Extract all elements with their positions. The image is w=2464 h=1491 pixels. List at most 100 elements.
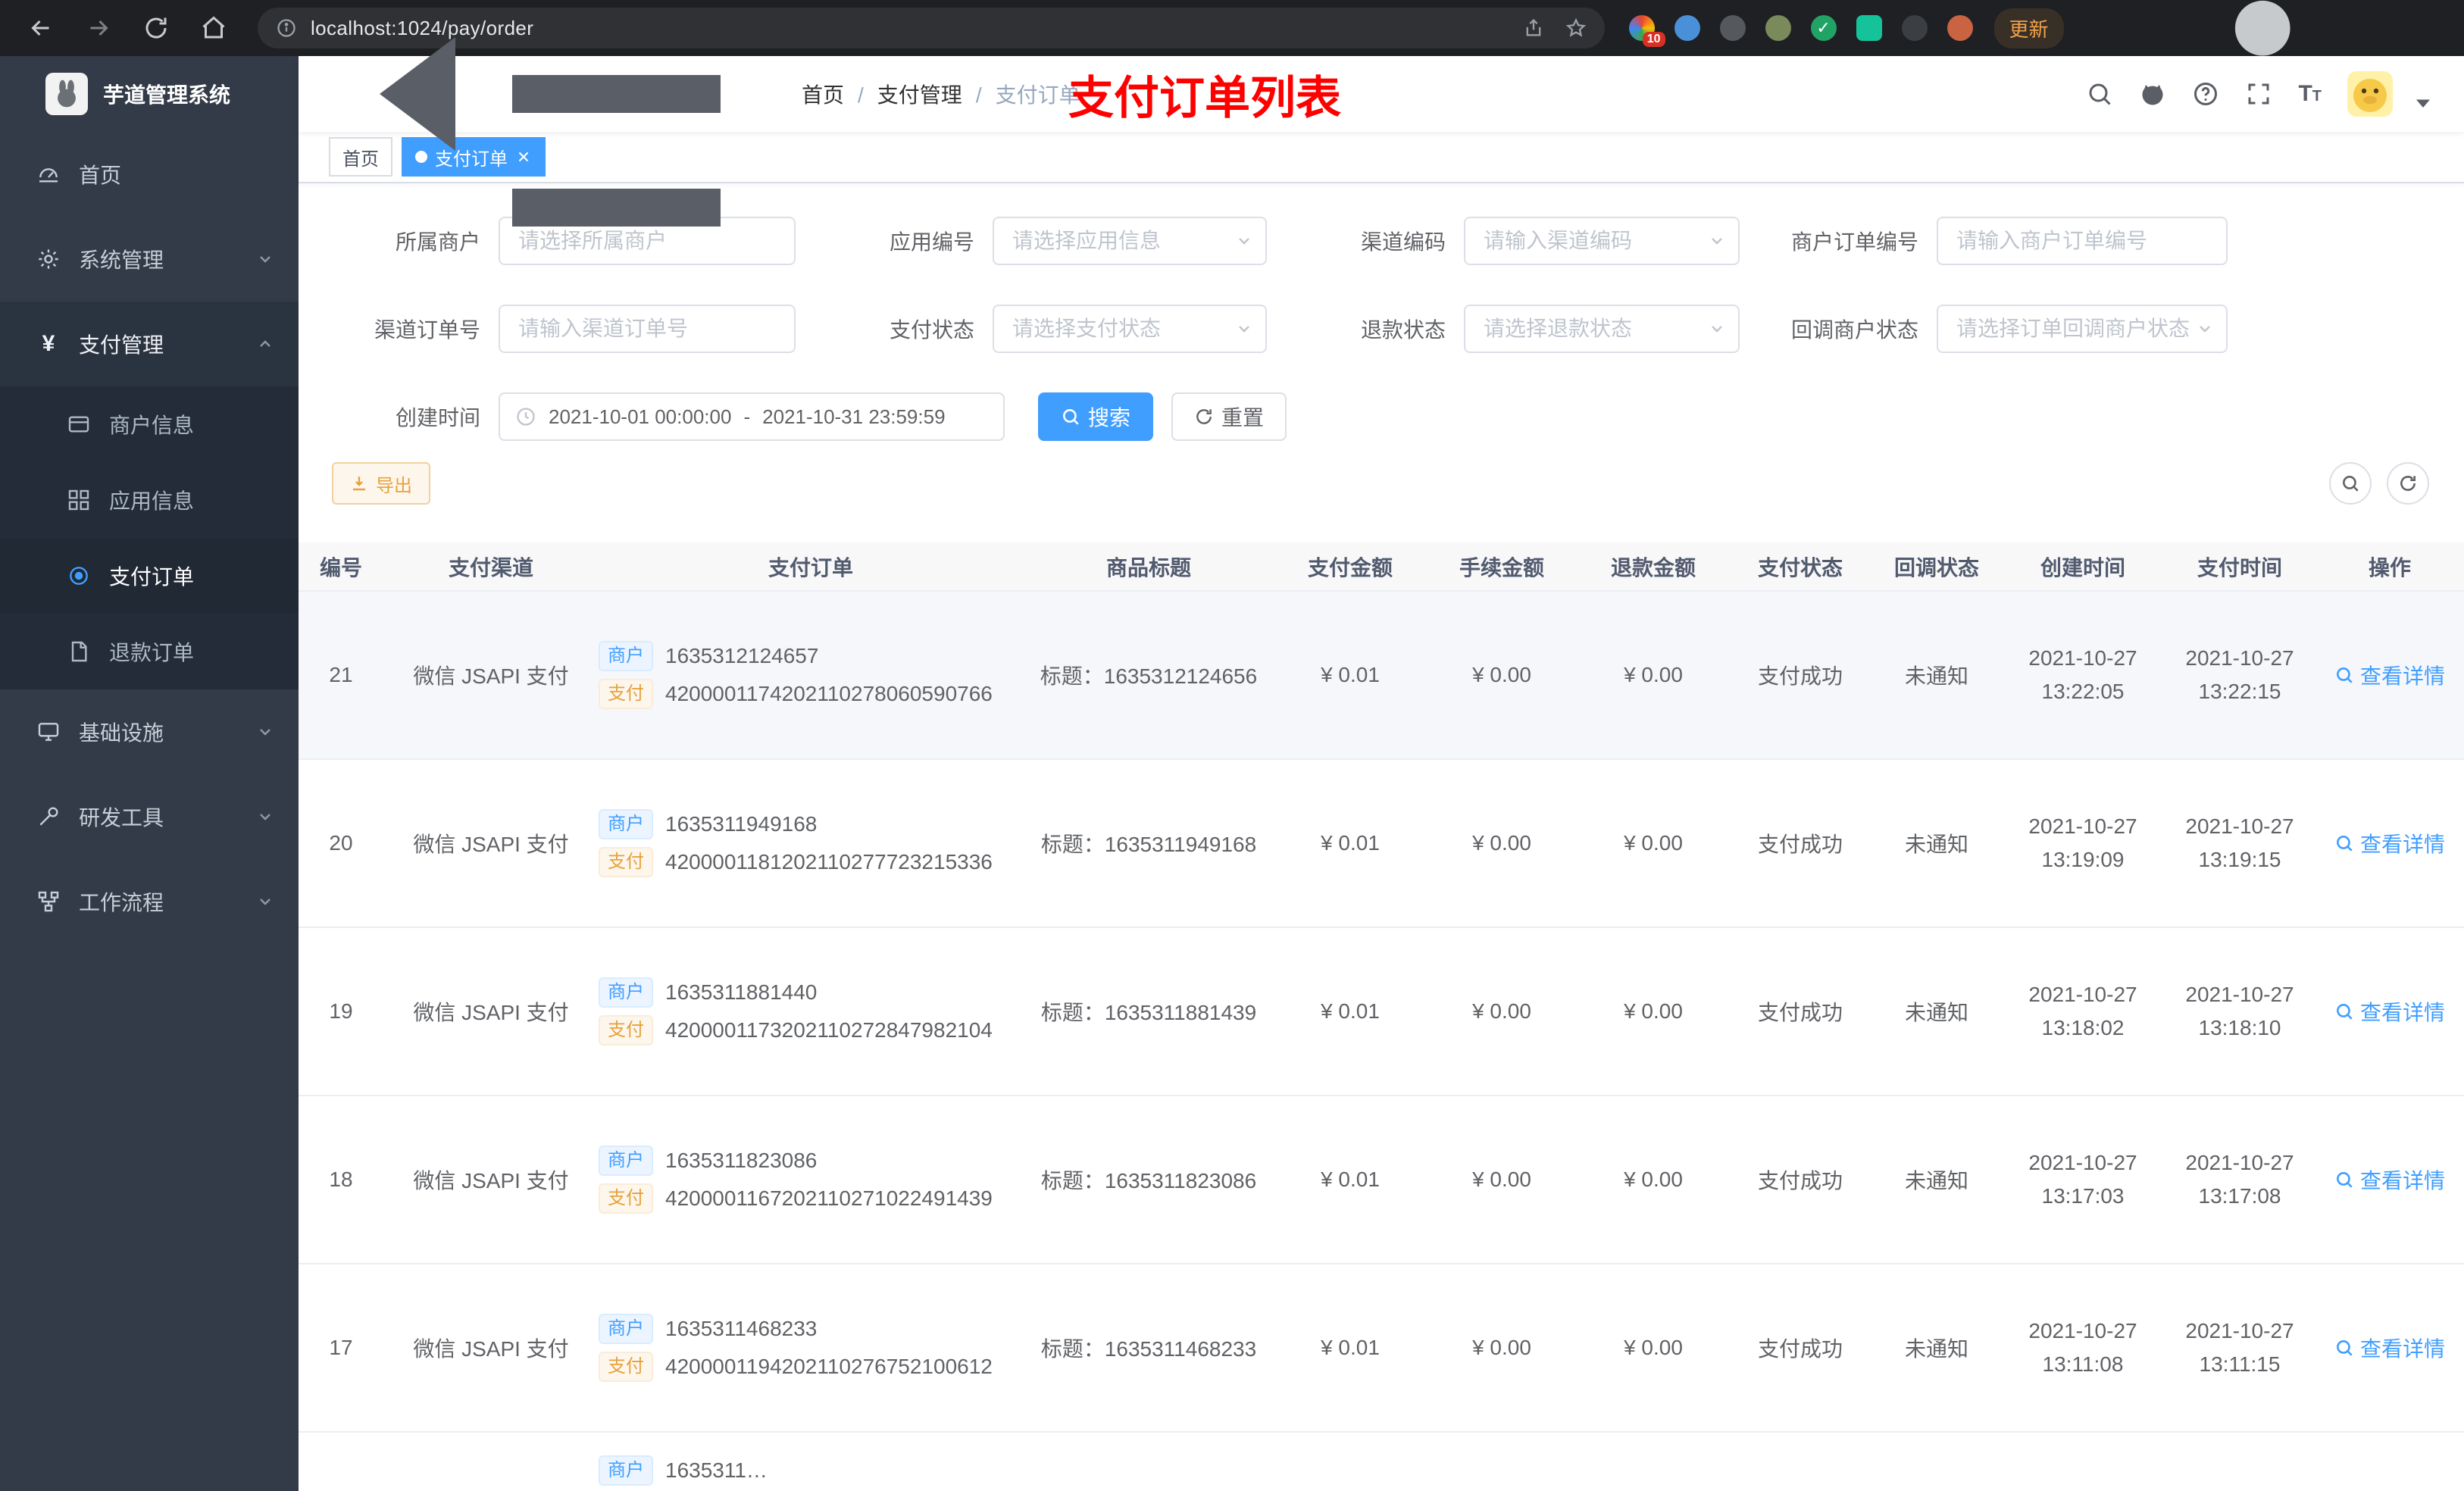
extensions-row: 10 ✓ (1628, 15, 1973, 47)
app-logo[interactable]: 芋道管理系统 (0, 56, 299, 132)
table-row: 17 微信 JSAPI 支付 商户 1635311468233 支付 4200001… (299, 1264, 2464, 1433)
filter-label: 渠道编码 (1360, 230, 1446, 254)
help-icon[interactable] (2192, 80, 2219, 108)
pay-status-select[interactable] (993, 305, 1267, 353)
notify-status: 未通知 (1871, 1264, 2002, 1433)
github-icon[interactable] (2139, 80, 2166, 108)
extension-icon-pin[interactable] (1901, 15, 1928, 41)
sidebar-item-home[interactable]: 首页 (0, 132, 299, 217)
toggle-search-button[interactable] (2329, 462, 2372, 505)
pay-channel: 微信 JSAPI 支付 (383, 591, 599, 760)
sidebar-item-app-info[interactable]: 应用信息 (0, 462, 299, 538)
pay-order-no: 4200001173202110272847982104 (665, 1018, 993, 1042)
sidebar-item-pay-order[interactable]: 支付订单 (0, 538, 299, 614)
sidebar-item-refund-order[interactable]: 退款订单 (0, 614, 299, 689)
site-info-icon[interactable] (276, 17, 297, 39)
pay-tag: 支付 (599, 847, 653, 877)
export-button[interactable]: 导出 (332, 462, 430, 505)
col-header: 创建时间 (2002, 542, 2164, 592)
fee-amount: ¥ 0.00 (1426, 1096, 1578, 1264)
reset-button-label: 重置 (1221, 406, 1265, 430)
sidebar-item-system[interactable]: 系统管理 (0, 217, 299, 302)
merchant-order-no: 1635311823086 (665, 1149, 818, 1172)
back-icon[interactable] (27, 14, 55, 42)
card-icon (67, 412, 91, 436)
sidebar-item-infra[interactable]: 基础设施 (0, 689, 299, 774)
merchant-order-no-input[interactable] (1937, 217, 2228, 265)
flow-icon (36, 889, 61, 914)
view-detail-link[interactable]: 查看详情 (2334, 1164, 2445, 1195)
view-detail-link[interactable]: 查看详情 (2334, 1333, 2445, 1363)
table-row: 20 微信 JSAPI 支付 商户 1635311949168 支付 4200001… (299, 759, 2464, 928)
pay-status: 支付成功 (1729, 591, 1871, 760)
sidebar-fold-icon[interactable] (299, 0, 802, 321)
navbar-actions: TT (2086, 71, 2464, 117)
export-button-label: 导出 (376, 475, 412, 496)
merchant-order-no: 1635311468233 (665, 1317, 818, 1340)
app-select[interactable] (993, 217, 1267, 265)
pay-status: 支付成功 (1729, 927, 1871, 1096)
search-icon[interactable] (2086, 80, 2113, 108)
breadcrumb-payment[interactable]: 支付管理 (877, 79, 996, 109)
refund-status-select[interactable] (1464, 305, 1740, 353)
forward-icon[interactable] (85, 14, 112, 42)
pay-time: 2021-10-27 13:18:10 (2164, 927, 2315, 1096)
notify-status-select[interactable] (1937, 305, 2228, 353)
refresh-table-button[interactable] (2387, 462, 2429, 505)
filter-label: 商户订单编号 (1790, 230, 1918, 254)
home-icon[interactable] (200, 14, 227, 42)
merchant-order-no: 1635311949168 (665, 812, 818, 836)
extension-icon-green-square[interactable] (1856, 15, 1882, 41)
merchant-tag: 商户 (599, 977, 653, 1008)
pay-tag: 支付 (599, 1015, 653, 1046)
sidebar-item-payment[interactable]: ¥ 支付管理 (0, 302, 299, 386)
view-detail-link[interactable]: 查看详情 (2334, 828, 2445, 858)
product-title: 标题：1635312124656 (1023, 591, 1274, 760)
reload-icon[interactable] (142, 14, 170, 42)
merchant-tag: 商户 (599, 1314, 653, 1344)
sidebar-item-workflow[interactable]: 工作流程 (0, 859, 299, 944)
target-icon (67, 564, 91, 588)
order-id: 19 (299, 927, 383, 1096)
col-header: 支付状态 (1729, 542, 1871, 592)
extension-icon-drop[interactable] (1674, 15, 1700, 41)
pay-tag: 支付 (599, 1352, 653, 1382)
pay-tag: 支付 (599, 1183, 653, 1214)
reset-button[interactable]: 重置 (1171, 392, 1287, 441)
extension-icon-olive[interactable] (1765, 15, 1791, 41)
extension-icon-dark[interactable] (1719, 15, 1746, 41)
filter-label: 支付状态 (889, 318, 974, 342)
view-detail-link[interactable]: 查看详情 (2334, 660, 2445, 690)
sidebar-item-merchant-info[interactable]: 商户信息 (0, 386, 299, 462)
sidebar-item-devtools[interactable]: 研发工具 (0, 774, 299, 859)
fullscreen-icon[interactable] (2245, 80, 2272, 108)
logo-image-icon (45, 73, 88, 115)
breadcrumb-home[interactable]: 首页 (802, 79, 877, 109)
chevron-down-icon (256, 892, 274, 911)
table-row: 18 微信 JSAPI 支付 商户 1635311823086 支付 4200001… (299, 1096, 2464, 1264)
fee-amount: ¥ 0.00 (1426, 1264, 1578, 1433)
col-header: 支付金额 (1274, 542, 1426, 592)
share-icon[interactable] (1523, 17, 1544, 39)
pay-time: 2021-10-27 13:19:15 (2164, 759, 2315, 928)
extension-icon-check[interactable]: ✓ (1810, 15, 1837, 41)
avatar[interactable] (2347, 71, 2393, 117)
col-header: 回调状态 (1871, 542, 2002, 592)
channel-code-select[interactable] (1464, 217, 1740, 265)
col-header: 编号 (299, 542, 383, 592)
search-button[interactable]: 搜索 (1038, 392, 1154, 441)
font-size-icon[interactable]: TT (2298, 81, 2322, 107)
pay-status: 支付成功 (1729, 759, 1871, 928)
extension-icon-colorwheel[interactable]: 10 (1628, 15, 1665, 47)
breadcrumb: 首页 支付管理 支付订单 (802, 79, 1080, 109)
caret-down-icon[interactable] (2409, 89, 2437, 117)
sidebar-item-label: 工作流程 (79, 891, 164, 914)
view-detail-link[interactable]: 查看详情 (2334, 996, 2445, 1027)
create-time-range-picker[interactable]: 2021-10-01 00:00:00 - 2021-10-31 23:59:5… (499, 392, 1005, 441)
bookmark-star-icon[interactable] (1565, 17, 1587, 39)
extension-icon-face[interactable] (1946, 15, 1973, 41)
pay-time: 2021-10-27 13:22:15 (2164, 591, 2315, 760)
browser-update-button[interactable]: 更新 (1993, 8, 2064, 48)
pay-channel: 微信 JSAPI 支付 (383, 1096, 599, 1264)
notify-status: 未通知 (1871, 1096, 2002, 1264)
